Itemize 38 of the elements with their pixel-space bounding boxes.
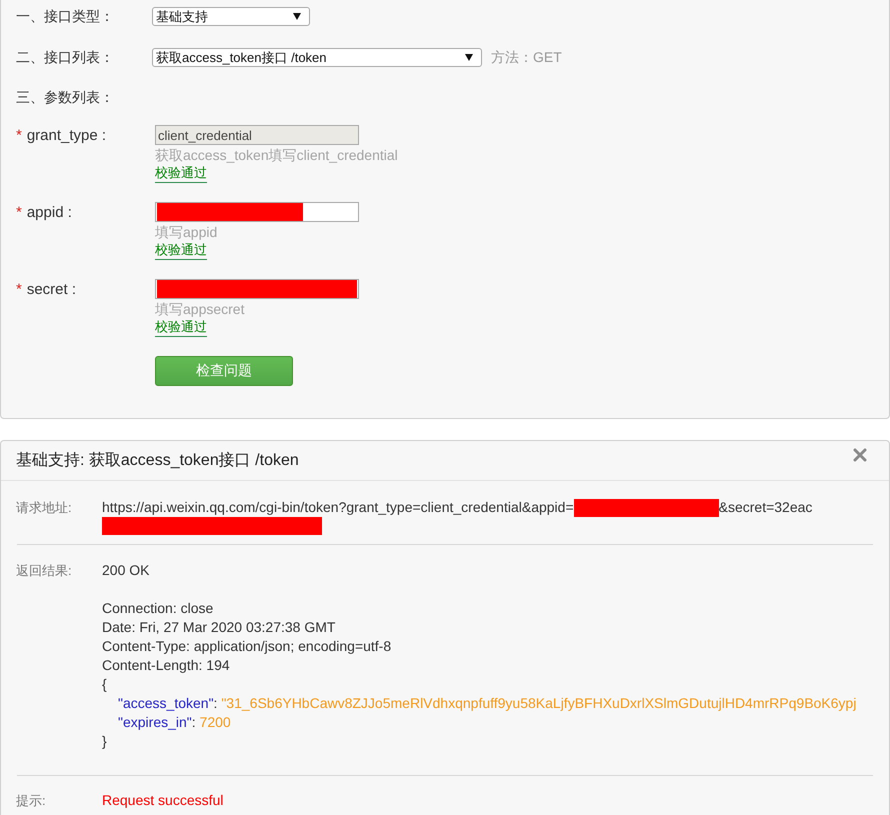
section-label: 三、参数列表： <box>16 88 115 106</box>
status-text: 200 OK <box>102 561 150 580</box>
hint-text: 填写appsecret <box>155 300 244 318</box>
validation-status: 校验通过 <box>155 318 207 337</box>
brace-text: { <box>102 675 107 694</box>
required-mark: * <box>16 126 22 144</box>
validation-status: 校验通过 <box>155 164 207 183</box>
caret-icon <box>293 13 301 20</box>
header-line: Content-Type: application/json; encoding=utf-8 <box>102 637 392 656</box>
hint-text: 填写appid <box>155 223 218 241</box>
header-line: Date: Fri, 27 Mar 2020 03:27:38 GMT <box>102 618 336 637</box>
row-label: 提示: <box>16 792 47 810</box>
header-line: Content-Length: 194 <box>102 656 230 675</box>
param-label: grant_type : <box>26 126 106 144</box>
field-label: 二、接口列表： <box>16 48 115 66</box>
row-label: 返回结果: <box>16 562 73 580</box>
hint-text: 获取access_token填写client_credential <box>155 146 398 164</box>
close-icon[interactable] <box>853 448 867 462</box>
header-line: Connection: close <box>102 599 214 618</box>
validation-status: 校验通过 <box>155 241 207 260</box>
text-field[interactable] <box>155 202 359 222</box>
select-field[interactable]: 基础支持 <box>152 7 310 26</box>
url-text: https://api.weixin.qq.com/cgi-bin/token?grant_type=client_credential&appid= <box>102 498 574 517</box>
url-text: &secret=32eac <box>718 498 812 517</box>
field-label: 一、接口类型： <box>16 8 115 26</box>
required-mark: * <box>16 280 22 298</box>
select-field[interactable]: 获取access_token接口 /token <box>152 48 482 67</box>
caret-icon <box>465 54 473 61</box>
json-line: "expires_in": 7200 <box>117 713 231 732</box>
param-label: appid : <box>26 204 72 220</box>
param-label: secret : <box>26 280 76 298</box>
json-line: "access_token": "31_6Sb6YHbCawv8ZJJo5meRlVdhxqnpfuff9yu58KaLjfyBFHXuDxrlXSlmGDutujlHD4mrRPq9BoK6ypj <box>117 694 856 713</box>
method-text: 方法：GET <box>491 48 562 66</box>
brace-text: } <box>102 732 107 751</box>
row-label: 请求地址: <box>16 499 73 517</box>
required-mark: * <box>16 204 22 220</box>
tip-message: Request successful <box>102 791 224 810</box>
panel-title: 基础支持: 获取access_token接口 /token <box>16 450 299 471</box>
